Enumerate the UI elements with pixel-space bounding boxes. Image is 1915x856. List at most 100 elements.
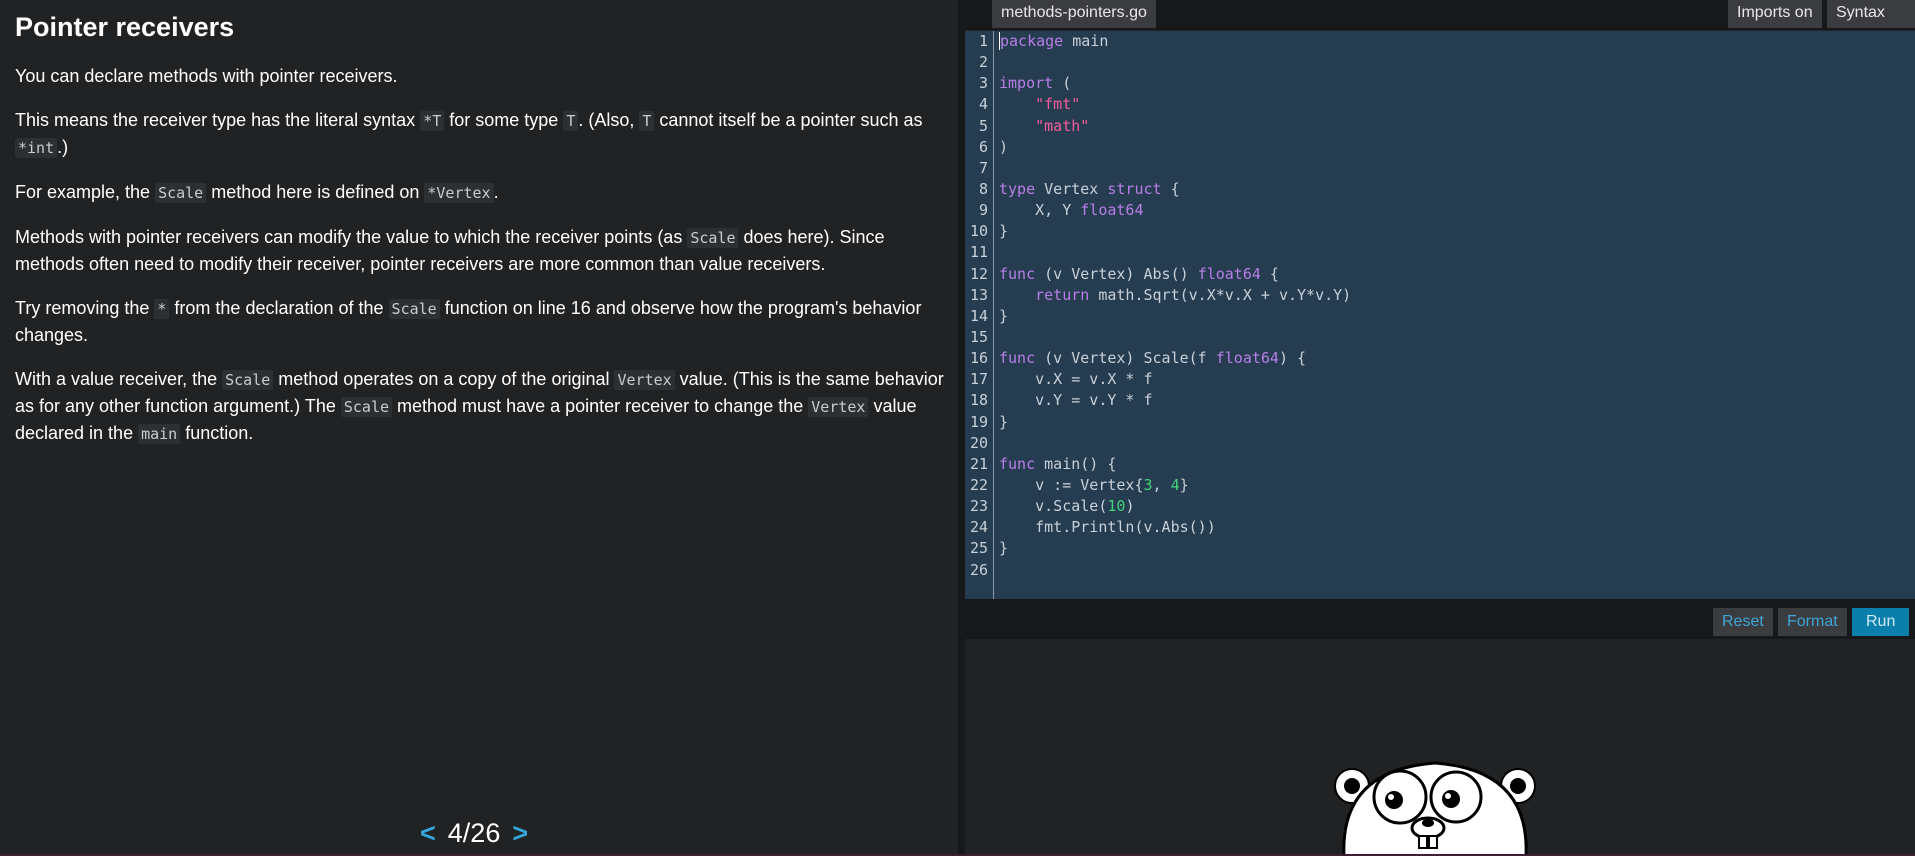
code-keyword: func (999, 349, 1036, 368)
code-line[interactable]: X, Y float64 (999, 200, 1351, 221)
code-keyword: struct (1107, 179, 1162, 198)
line-number: 15 (969, 327, 988, 346)
tab-file[interactable]: methods-pointers.go (992, 0, 1156, 28)
code-line[interactable]: v.Scale(10) (999, 496, 1351, 517)
code-line[interactable]: fmt.Println(v.Abs()) (999, 517, 1351, 538)
inline-code: *T (420, 111, 445, 131)
lesson-paragraph-1: You can declare methods with pointer rec… (15, 66, 398, 86)
code-line[interactable] (999, 433, 1351, 454)
inline-code: T (563, 111, 579, 131)
code-line[interactable]: } (999, 412, 1351, 433)
code-text: math.Sqrt(v.X*v.X + v.Y*v.Y) (1089, 285, 1352, 304)
code-line[interactable]: return math.Sqrt(v.X*v.X + v.Y*v.Y) (999, 285, 1351, 306)
output-panel (965, 639, 1915, 856)
inline-code: *Vertex (424, 183, 494, 203)
chevron-left-icon[interactable]: < (420, 818, 436, 849)
imports-toggle-button[interactable]: Imports on (1728, 0, 1822, 28)
code-line[interactable]: func (v Vertex) Scale(f float64) { (999, 348, 1351, 369)
code-text: v.Scale( (999, 497, 1108, 516)
lesson-body: You can declare methods with pointer rec… (15, 63, 945, 465)
code-line[interactable]: } (999, 538, 1351, 559)
reset-button[interactable]: Reset (1713, 608, 1773, 636)
code-text: , (1152, 475, 1171, 494)
format-button[interactable]: Format (1778, 608, 1847, 636)
code-editor[interactable]: 1 2 3 4 5 6 7 8 9 10 11 12 13 14 15 16 17 18 19 20 21 22 23 24 2… (965, 31, 1915, 599)
code-text: fmt.Println(v.Abs()) (999, 518, 1216, 537)
inline-code: Scale (155, 183, 207, 203)
editor-actions-bar: Reset Format Run (965, 599, 1915, 639)
code-line[interactable]: } (999, 221, 1351, 242)
code-line[interactable] (999, 52, 1351, 73)
code-line[interactable]: v.Y = v.Y * f (999, 390, 1351, 411)
chevron-right-icon[interactable]: > (512, 818, 528, 849)
code-text: } (999, 306, 1009, 325)
line-number: 24 (969, 518, 988, 537)
code-keyword: func (999, 454, 1036, 473)
code-keyword: package (999, 32, 1064, 50)
line-number: 7 (978, 158, 988, 177)
run-button[interactable]: Run (1852, 608, 1910, 636)
pagination: < 4/26 > (420, 818, 540, 849)
inline-code: Scale (222, 370, 274, 390)
code-line[interactable]: ) (999, 137, 1351, 158)
code-keyword: import (999, 74, 1054, 93)
code-keyword: type (999, 179, 1036, 198)
code-string: "fmt" (1035, 95, 1081, 114)
line-number: 18 (969, 391, 988, 410)
code-line[interactable] (999, 158, 1351, 179)
syntax-toggle-button[interactable]: Syntax on (1827, 0, 1915, 47)
line-number-gutter: 1 2 3 4 5 6 7 8 9 10 11 12 13 14 15 16 17 18 19 20 21 22 23 24 2… (965, 31, 994, 599)
code-line[interactable] (999, 327, 1351, 348)
line-number: 22 (969, 475, 988, 494)
code-text: v.Y = v.Y * f (999, 391, 1153, 410)
line-number: 6 (978, 137, 988, 156)
code-line[interactable]: v := Vertex{3, 4} (999, 475, 1351, 496)
code-line[interactable]: package main (999, 31, 1351, 52)
line-number: 13 (969, 285, 988, 304)
line-number: 8 (978, 179, 988, 198)
line-number: 25 (969, 539, 988, 558)
inline-code: Vertex (808, 397, 869, 417)
code-line[interactable]: "fmt" (999, 94, 1351, 115)
editor-tabbar: methods-pointers.go Imports on Syntax on (965, 0, 1915, 47)
code-area[interactable]: package main import ( "fmt" "math") type… (999, 31, 1351, 581)
inline-code: *int (15, 138, 58, 158)
code-line[interactable] (999, 242, 1351, 263)
code-string: "math" (1035, 116, 1090, 135)
code-text: v := Vertex{ (999, 475, 1144, 494)
code-line[interactable]: type Vertex struct { (999, 179, 1351, 200)
lesson-paragraph-6: With a value receiver, the Scale method … (15, 369, 944, 444)
code-line[interactable]: v.X = v.X * f (999, 369, 1351, 390)
code-text: { (1161, 179, 1180, 198)
code-line[interactable]: import ( (999, 73, 1351, 94)
code-text: X, Y (999, 201, 1081, 220)
code-text: { (1260, 264, 1279, 283)
pane-divider[interactable] (958, 0, 965, 856)
code-line[interactable]: func (v Vertex) Abs() float64 { (999, 264, 1351, 285)
line-number: 23 (969, 497, 988, 516)
code-line[interactable]: "math" (999, 116, 1351, 137)
code-text: main (1063, 32, 1109, 50)
inline-code: T (639, 111, 655, 131)
code-keyword: func (999, 264, 1036, 283)
line-number: 4 (978, 95, 988, 114)
line-number: 5 (978, 116, 988, 135)
code-text: v.X = v.X * f (999, 370, 1153, 389)
code-keyword: float64 (1215, 349, 1279, 368)
line-number: 11 (969, 243, 988, 262)
code-text: ( (1053, 74, 1072, 93)
line-number: 16 (969, 349, 988, 368)
inline-code: * (154, 299, 170, 319)
code-text: (v Vertex) Abs() (1035, 264, 1198, 283)
line-number: 10 (969, 222, 988, 241)
code-line[interactable]: } (999, 306, 1351, 327)
code-line[interactable]: func main() { (999, 454, 1351, 475)
code-line[interactable] (999, 560, 1351, 581)
line-number: 1 (978, 32, 988, 50)
code-keyword: float64 (1080, 201, 1144, 220)
code-number: 4 (1170, 475, 1180, 494)
lesson-paragraph-3: For example, the Scale method here is de… (15, 182, 499, 203)
lesson-paragraph-2: This means the receiver type has the lit… (15, 110, 923, 158)
